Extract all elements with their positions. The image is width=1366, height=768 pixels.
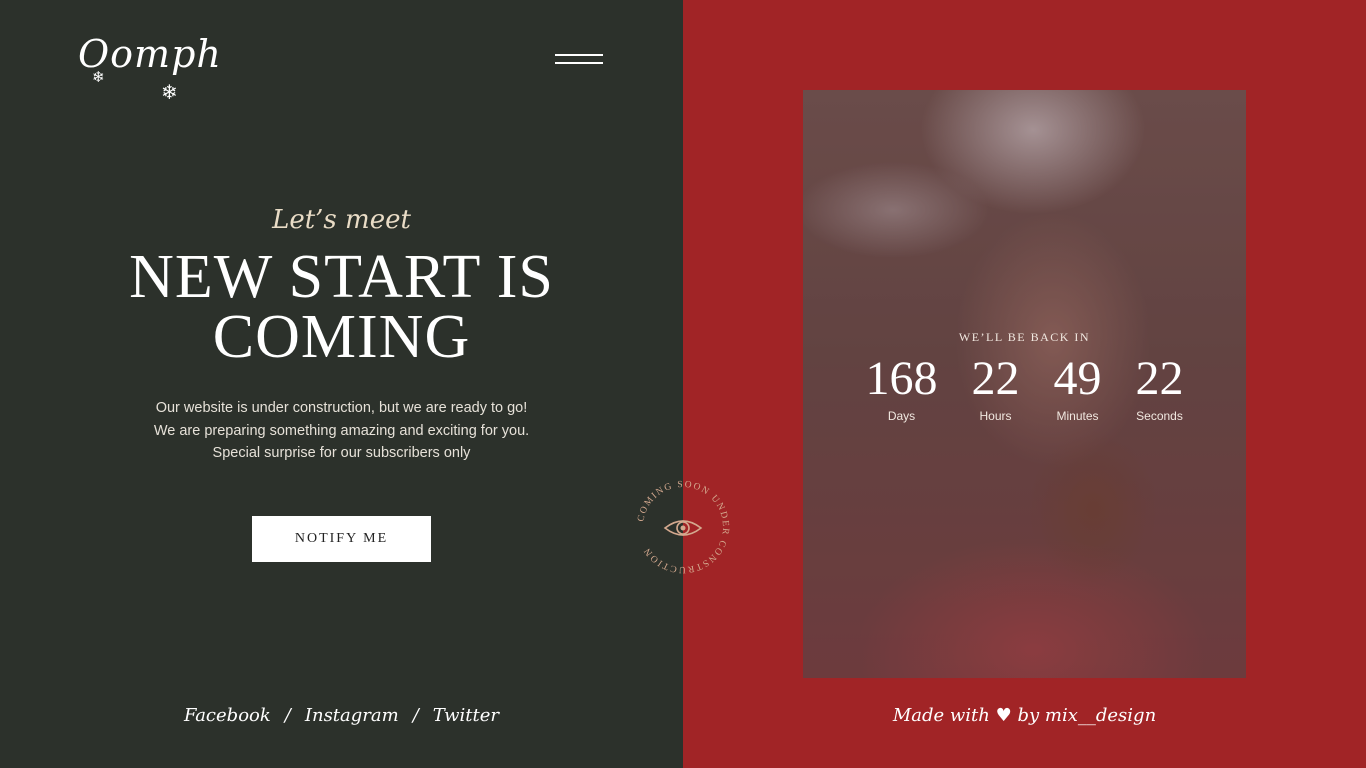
snowflake-icon: ❄ (92, 69, 105, 86)
countdown-unit-label: Hours (979, 409, 1012, 423)
countdown-unit-label: Days (887, 409, 916, 423)
eye-icon (663, 520, 703, 536)
countdown-value: 168 (865, 352, 938, 405)
countdown-units: 168 Days 22 Hours 49 Minutes 22 Seconds (803, 352, 1246, 424)
countdown-value: 49 (1053, 352, 1102, 405)
heart-icon: ♥ (995, 705, 1012, 726)
countdown-label: WE’LL BE BACK IN (958, 330, 1091, 344)
hero-headline: NEW START IS COMING (0, 246, 683, 368)
countdown-unit-label: Minutes (1056, 409, 1099, 423)
countdown-value: 22 (1135, 352, 1184, 405)
facebook-link[interactable]: Facebook (184, 705, 271, 726)
social-links: Facebook / Instagram / Twitter (0, 705, 683, 726)
hero-photo: WE’LL BE BACK IN 168 Days 22 Hours 49 Mi… (803, 90, 1246, 678)
footer-credit: Made with ♥ by mix__design (683, 705, 1366, 726)
hero-description: Our website is under construction, but w… (0, 397, 683, 465)
hero-kicker: Let’s meet (272, 205, 411, 235)
countdown-value: 22 (971, 352, 1020, 405)
credit-prefix: Made with (892, 705, 990, 726)
description-line: We are preparing something amazing and e… (153, 422, 530, 439)
countdown-hours: 22 Hours (971, 352, 1020, 424)
instagram-link[interactable]: Instagram (305, 705, 399, 726)
coming-soon-badge: COMING SOON UNDER CONSTRUCTION (632, 476, 734, 578)
countdown: WE’LL BE BACK IN 168 Days 22 Hours 49 Mi… (803, 330, 1246, 423)
countdown-days: 168 Days (865, 352, 938, 424)
logo[interactable]: Oomph ❄ ❄ (78, 30, 221, 105)
menu-hamburger-icon[interactable] (555, 54, 603, 66)
countdown-minutes: 49 Minutes (1053, 352, 1102, 424)
twitter-link[interactable]: Twitter (433, 705, 499, 726)
description-line: Our website is under construction, but w… (155, 400, 528, 416)
hero-section: Let’s meet NEW START IS COMING Our websi… (0, 205, 683, 465)
credit-suffix: by mix__design (1017, 705, 1157, 726)
badge-svg: COMING SOON UNDER CONSTRUCTION (636, 480, 728, 574)
menu-line (555, 62, 603, 64)
countdown-seconds: 22 Seconds (1135, 352, 1184, 424)
headline-line-2: COMING (212, 303, 471, 371)
separator: / (412, 705, 419, 726)
headline-line-1: NEW START IS (129, 243, 554, 311)
description-line: Special surprise for our subscribers onl… (212, 445, 471, 461)
countdown-unit-label: Seconds (1136, 409, 1183, 423)
menu-line (555, 54, 603, 56)
left-panel: Oomph ❄ ❄ Let’s meet NEW START IS COMING… (0, 0, 683, 768)
notify-me-button[interactable]: NOTIFY ME (252, 516, 431, 562)
separator: / (284, 705, 291, 726)
snowflake-icon: ❄ (161, 82, 178, 104)
